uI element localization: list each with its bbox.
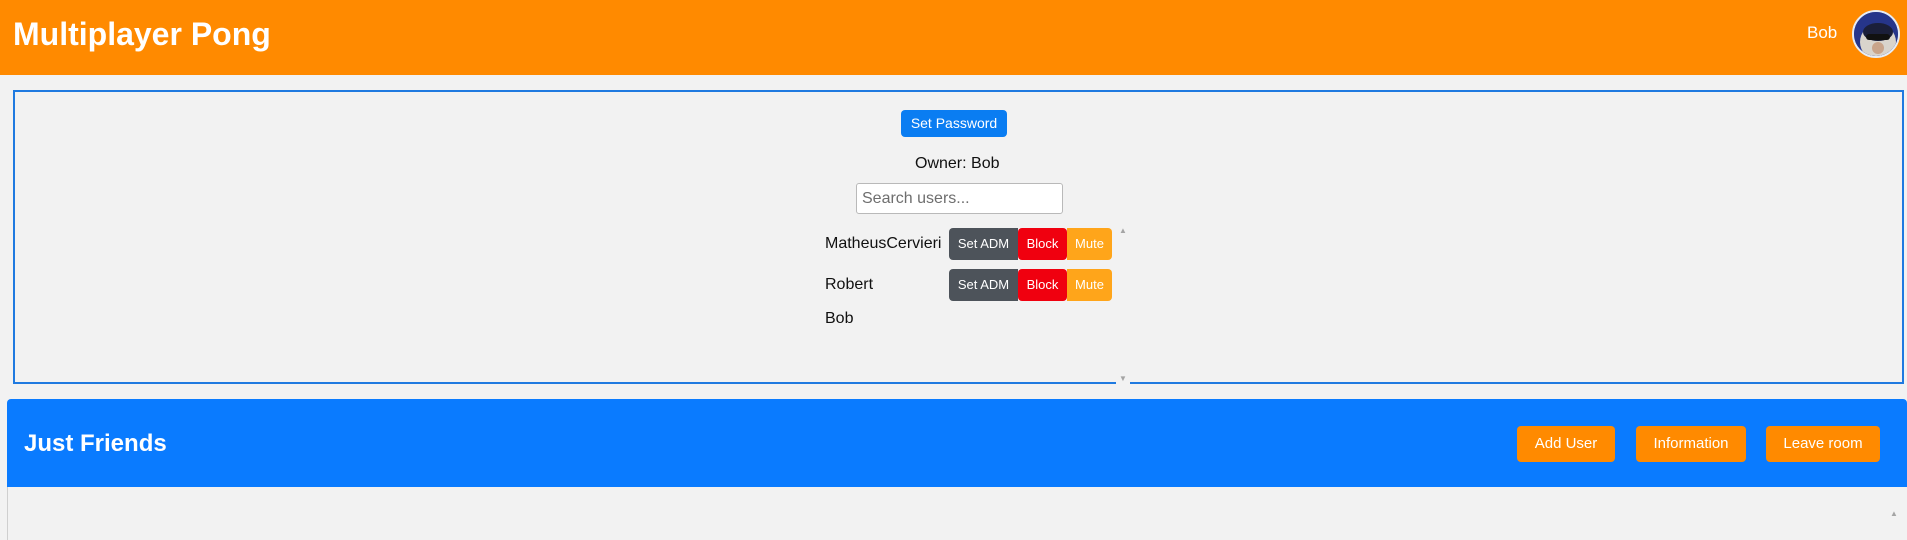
set-adm-button[interactable]: Set ADM — [949, 228, 1018, 260]
block-button[interactable]: Block — [1018, 228, 1067, 260]
room-title: Just Friends — [24, 430, 167, 457]
user-name: Robert — [825, 276, 874, 293]
list-item: Robert Set ADM Block Mute — [825, 269, 1125, 301]
set-adm-button[interactable]: Set ADM — [949, 269, 1018, 301]
room-header: Just Friends Add User Information Leave … — [7, 399, 1907, 487]
list-item: Bob — [825, 303, 1125, 335]
owner-label: Owner: — [915, 155, 967, 172]
set-password-button[interactable]: Set Password — [901, 110, 1007, 137]
room-settings-panel: Set Password Owner: Bob MatheusCervieri … — [13, 90, 1904, 386]
scroll-up-icon[interactable]: ▲ — [1116, 226, 1130, 236]
scroll-down-icon[interactable]: ▼ — [1116, 374, 1130, 384]
scroll-up-icon[interactable]: ▲ — [1890, 509, 1898, 518]
top-header: Multiplayer Pong Bob — [0, 0, 1907, 75]
user-name: MatheusCervieri — [825, 235, 942, 252]
add-user-button[interactable]: Add User — [1517, 426, 1615, 462]
owner-line: Owner: Bob — [915, 154, 1000, 174]
current-username: Bob — [1807, 23, 1838, 42]
mute-button[interactable]: Mute — [1067, 269, 1112, 301]
list-item: MatheusCervieri Set ADM Block Mute — [825, 228, 1125, 260]
mute-button[interactable]: Mute — [1067, 228, 1112, 260]
app-title: Multiplayer Pong — [13, 16, 271, 52]
user-list: MatheusCervieri Set ADM Block Mute Rober… — [825, 228, 1143, 384]
leave-room-button[interactable]: Leave room — [1766, 426, 1880, 462]
chat-area: ▲ — [7, 487, 1907, 540]
user-avatar-icon[interactable] — [1852, 10, 1900, 58]
user-name: Bob — [825, 310, 854, 327]
block-button[interactable]: Block — [1018, 269, 1067, 301]
search-users-input[interactable] — [856, 183, 1063, 214]
information-button[interactable]: Information — [1636, 426, 1746, 462]
owner-name: Bob — [971, 155, 1000, 172]
user-list-scrollbar[interactable]: ▲ ▼ — [1116, 226, 1130, 386]
